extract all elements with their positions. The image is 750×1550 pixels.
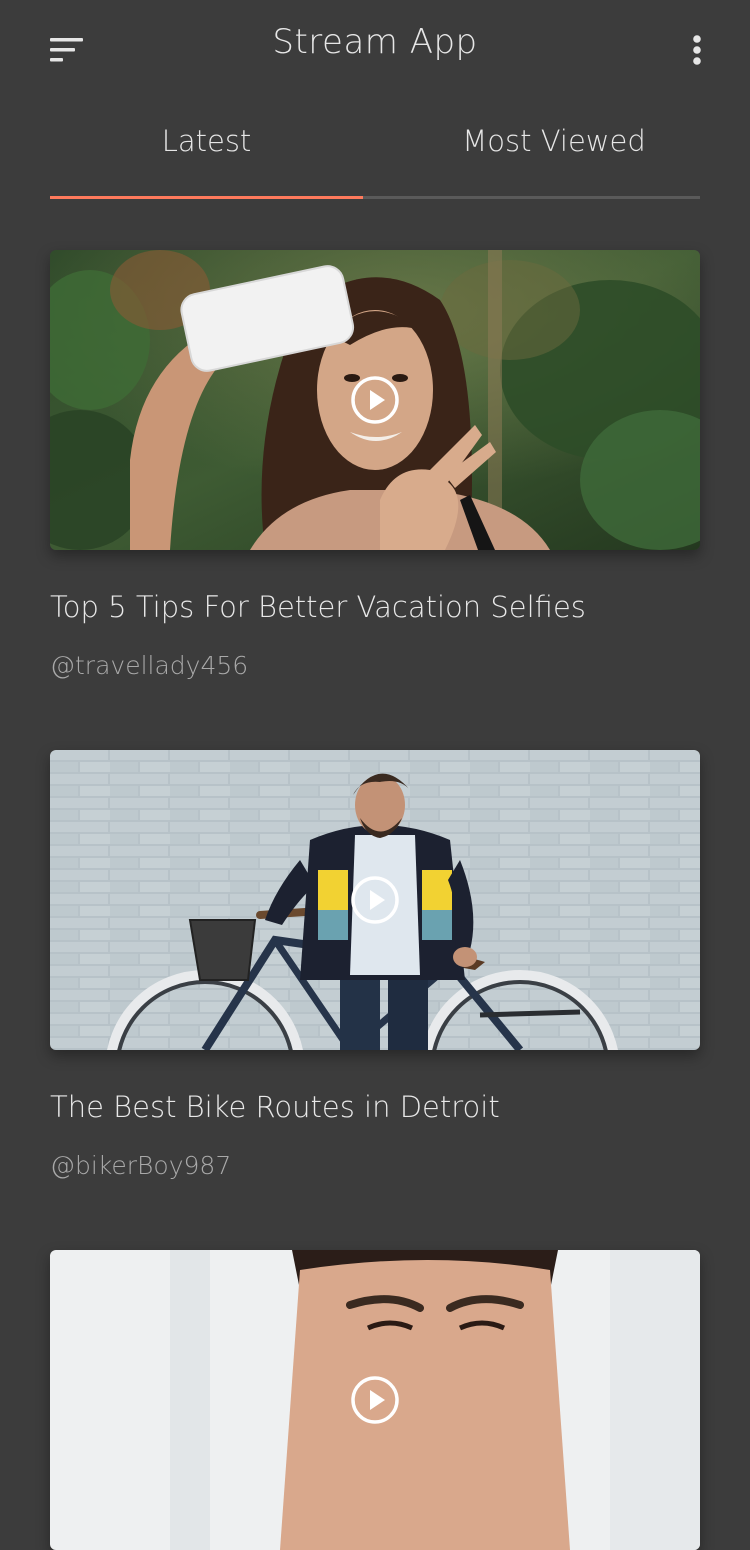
tab-latest[interactable]: Latest [50, 124, 363, 158]
app-header: Stream App [0, 0, 750, 96]
video-thumbnail[interactable] [50, 250, 700, 550]
app-title: Stream App [272, 22, 478, 62]
video-thumbnail[interactable] [50, 750, 700, 1050]
video-card[interactable]: The Best Bike Routes in Detroit @bikerBo… [50, 750, 700, 1180]
video-thumbnail[interactable] [50, 1250, 700, 1550]
play-circle-icon[interactable] [350, 875, 400, 925]
more-vertical-icon[interactable] [682, 30, 712, 70]
video-card[interactable]: Top 5 Tips For Better Vacation Selfies @… [50, 250, 700, 680]
video-author[interactable]: @bikerBoy987 [50, 1151, 231, 1180]
video-card[interactable] [50, 1250, 700, 1550]
video-author[interactable]: @travellady456 [50, 651, 248, 680]
tab-bar: Latest Most Viewed [50, 110, 700, 200]
video-title[interactable]: Top 5 Tips For Better Vacation Selfies [50, 590, 700, 624]
play-circle-icon[interactable] [350, 375, 400, 425]
tab-most-viewed[interactable]: Most Viewed [400, 124, 708, 158]
play-circle-icon[interactable] [350, 1375, 400, 1425]
video-title[interactable]: The Best Bike Routes in Detroit [50, 1090, 700, 1124]
active-tab-indicator [50, 196, 363, 199]
